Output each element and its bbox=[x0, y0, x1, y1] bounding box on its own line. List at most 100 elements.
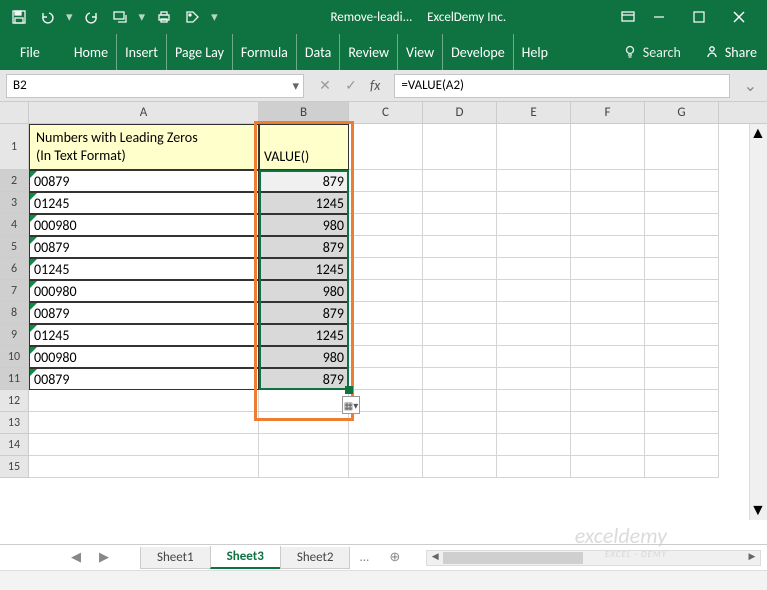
scroll-left-icon[interactable]: ◀ bbox=[427, 551, 443, 565]
cell[interactable] bbox=[423, 324, 497, 346]
cell[interactable] bbox=[571, 192, 645, 214]
row-header[interactable]: 8 bbox=[0, 302, 29, 324]
cell[interactable] bbox=[259, 456, 349, 478]
cell[interactable] bbox=[571, 214, 645, 236]
tab-page-layout[interactable]: Page Lay bbox=[171, 34, 233, 70]
row-header[interactable]: 5 bbox=[0, 236, 29, 258]
row-header[interactable]: 12 bbox=[0, 390, 29, 412]
cell[interactable] bbox=[645, 456, 719, 478]
sheet-tab[interactable]: Sheet2 bbox=[280, 547, 351, 569]
cell[interactable] bbox=[423, 456, 497, 478]
cell-a6[interactable]: 01245 bbox=[29, 258, 259, 280]
cell[interactable] bbox=[349, 434, 423, 456]
col-header-f[interactable]: F bbox=[571, 102, 645, 123]
cell[interactable] bbox=[645, 170, 719, 192]
tab-data[interactable]: Data bbox=[301, 34, 340, 70]
row-header[interactable]: 13 bbox=[0, 412, 29, 434]
cell[interactable] bbox=[497, 324, 571, 346]
hscroll-thumb[interactable] bbox=[443, 552, 583, 564]
cell[interactable] bbox=[497, 192, 571, 214]
col-header-d[interactable]: D bbox=[423, 102, 497, 123]
cancel-formula-icon[interactable]: ✕ bbox=[314, 77, 336, 94]
row-header[interactable]: 11 bbox=[0, 368, 29, 390]
tab-insert[interactable]: Insert bbox=[121, 34, 167, 70]
cell[interactable] bbox=[349, 192, 423, 214]
cell-a3[interactable]: 01245 bbox=[29, 192, 259, 214]
cell[interactable] bbox=[423, 280, 497, 302]
formula-input[interactable]: =VALUE(A2) bbox=[394, 74, 729, 98]
cell[interactable] bbox=[349, 368, 423, 390]
row-header-1[interactable]: 1 bbox=[0, 124, 29, 170]
name-box[interactable]: B2 ▾ bbox=[6, 74, 304, 98]
tab-help[interactable]: Help bbox=[518, 34, 556, 70]
cell[interactable] bbox=[571, 124, 645, 170]
cell[interactable] bbox=[423, 236, 497, 258]
cell[interactable] bbox=[423, 170, 497, 192]
cell-b5[interactable]: 879 bbox=[259, 236, 349, 258]
col-header-g[interactable]: G bbox=[645, 102, 719, 123]
scroll-right-icon[interactable]: ▶ bbox=[744, 551, 760, 565]
cell-a8[interactable]: 00879 bbox=[29, 302, 259, 324]
row-header[interactable]: 9 bbox=[0, 324, 29, 346]
cell[interactable] bbox=[645, 192, 719, 214]
cell[interactable] bbox=[645, 390, 719, 412]
cell-b9[interactable]: 1245 bbox=[259, 324, 349, 346]
tag-icon[interactable] bbox=[181, 6, 203, 28]
cell[interactable] bbox=[423, 258, 497, 280]
cell[interactable] bbox=[571, 346, 645, 368]
autofill-options-icon[interactable]: ▦▾ bbox=[342, 396, 360, 414]
cell[interactable] bbox=[497, 302, 571, 324]
cell[interactable] bbox=[349, 170, 423, 192]
undo-icon[interactable] bbox=[36, 6, 58, 28]
row-header[interactable]: 3 bbox=[0, 192, 29, 214]
cell[interactable] bbox=[349, 390, 423, 412]
horizontal-scrollbar[interactable]: ◀ ▶ bbox=[426, 550, 761, 566]
cell-b4[interactable]: 980 bbox=[259, 214, 349, 236]
print-icon[interactable] bbox=[153, 6, 175, 28]
enter-formula-icon[interactable]: ✓ bbox=[340, 77, 362, 94]
tell-me-search[interactable]: Search bbox=[623, 44, 681, 61]
sheet-tab[interactable]: Sheet1 bbox=[140, 547, 211, 569]
select-all-corner[interactable] bbox=[0, 102, 29, 123]
cell[interactable] bbox=[645, 368, 719, 390]
cell-a1[interactable]: Numbers with Leading Zeros (In Text Form… bbox=[29, 124, 259, 170]
tab-home[interactable]: Home bbox=[70, 34, 117, 70]
mode-icon[interactable] bbox=[109, 6, 131, 28]
cell[interactable] bbox=[645, 346, 719, 368]
cell-b6[interactable]: 1245 bbox=[259, 258, 349, 280]
col-header-a[interactable]: A bbox=[29, 102, 259, 123]
cell-b10[interactable]: 980 bbox=[259, 346, 349, 368]
tab-review[interactable]: Review bbox=[344, 34, 398, 70]
col-header-c[interactable]: C bbox=[349, 102, 423, 123]
cell-a2[interactable]: 00879 bbox=[29, 170, 259, 192]
redo-icon[interactable] bbox=[81, 6, 103, 28]
cell[interactable] bbox=[29, 456, 259, 478]
scroll-up-icon[interactable]: ▲ bbox=[750, 124, 767, 143]
cell[interactable] bbox=[259, 434, 349, 456]
cell[interactable] bbox=[645, 236, 719, 258]
cell[interactable] bbox=[571, 258, 645, 280]
cell[interactable] bbox=[571, 324, 645, 346]
chevron-down-icon[interactable]: ▾ bbox=[292, 79, 299, 94]
cell[interactable] bbox=[349, 236, 423, 258]
cell[interactable] bbox=[497, 124, 571, 170]
cell[interactable] bbox=[423, 346, 497, 368]
row-header[interactable]: 10 bbox=[0, 346, 29, 368]
cell[interactable] bbox=[571, 412, 645, 434]
cell[interactable] bbox=[645, 434, 719, 456]
cell[interactable] bbox=[423, 214, 497, 236]
cell[interactable] bbox=[349, 456, 423, 478]
cell[interactable] bbox=[571, 368, 645, 390]
cell-a11[interactable]: 00879 bbox=[29, 368, 259, 390]
cell[interactable] bbox=[259, 412, 349, 434]
cell-a7[interactable]: 000980 bbox=[29, 280, 259, 302]
cell[interactable] bbox=[645, 324, 719, 346]
cell[interactable] bbox=[497, 280, 571, 302]
minimize-button[interactable] bbox=[639, 0, 679, 34]
cell[interactable] bbox=[259, 390, 349, 412]
cell[interactable] bbox=[571, 236, 645, 258]
cell[interactable] bbox=[571, 302, 645, 324]
cell[interactable] bbox=[423, 412, 497, 434]
scroll-down-icon[interactable]: ▼ bbox=[750, 501, 767, 520]
tab-view[interactable]: View bbox=[402, 34, 443, 70]
